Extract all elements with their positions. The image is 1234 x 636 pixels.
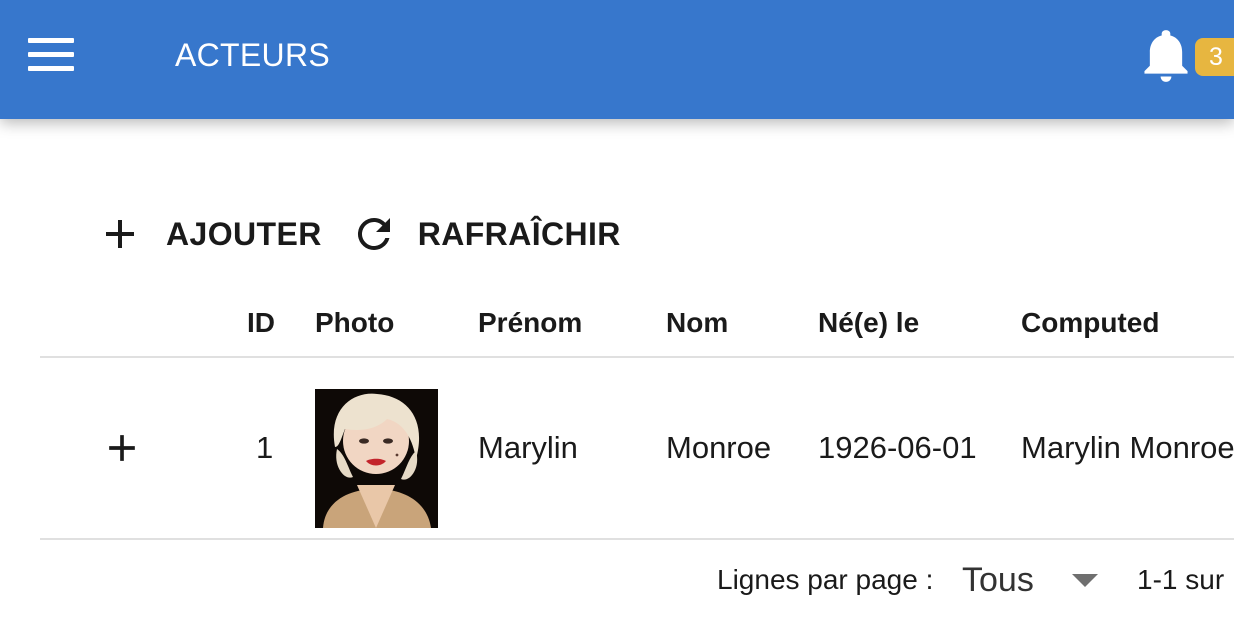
column-header-photo[interactable]: Photo <box>315 306 394 340</box>
rows-per-page-label: Lignes par page : <box>717 564 934 595</box>
pagination-range: 1-1 sur 1 <box>1137 564 1234 595</box>
column-header-birth-date[interactable]: Né(e) le <box>818 306 919 340</box>
cell-first-name: Marylin <box>478 430 578 465</box>
notification-badge: 3 <box>1195 38 1234 76</box>
cell-computed: Marylin Monroe <box>1021 430 1234 465</box>
refresh-button[interactable]: RAFRAÎCHIR <box>350 208 621 260</box>
menu-icon[interactable] <box>26 34 78 76</box>
rows-per-page-value: Tous <box>962 561 1034 599</box>
actor-photo <box>315 389 438 528</box>
column-header-id[interactable]: ID <box>247 306 275 340</box>
plus-icon <box>106 220 134 248</box>
cell-id: 1 <box>256 430 274 465</box>
toolbar: AJOUTER RAFRAÎCHIR <box>96 208 621 260</box>
column-header-last-name[interactable]: Nom <box>666 306 728 340</box>
expand-row-button[interactable] <box>100 426 144 470</box>
header-divider <box>40 356 1234 358</box>
rows-per-page-select[interactable]: Tous <box>962 558 1108 602</box>
add-button[interactable]: AJOUTER <box>96 208 322 260</box>
refresh-icon <box>357 217 390 250</box>
cell-birth-date: 1926-06-01 <box>818 430 977 465</box>
column-header-computed[interactable]: Computed <box>1021 306 1159 340</box>
column-header-first-name[interactable]: Prénom <box>478 306 582 340</box>
plus-icon <box>109 435 135 461</box>
app-bar: ACTEURS 3 <box>0 0 1234 119</box>
page-title: ACTEURS <box>175 37 331 73</box>
cell-last-name: Monroe <box>666 430 772 465</box>
refresh-button-label: RAFRAÎCHIR <box>417 215 621 252</box>
bell-icon[interactable] <box>1140 28 1192 84</box>
add-button-label: AJOUTER <box>166 215 322 252</box>
caret-down-icon <box>1072 574 1098 587</box>
row-divider <box>40 538 1234 540</box>
